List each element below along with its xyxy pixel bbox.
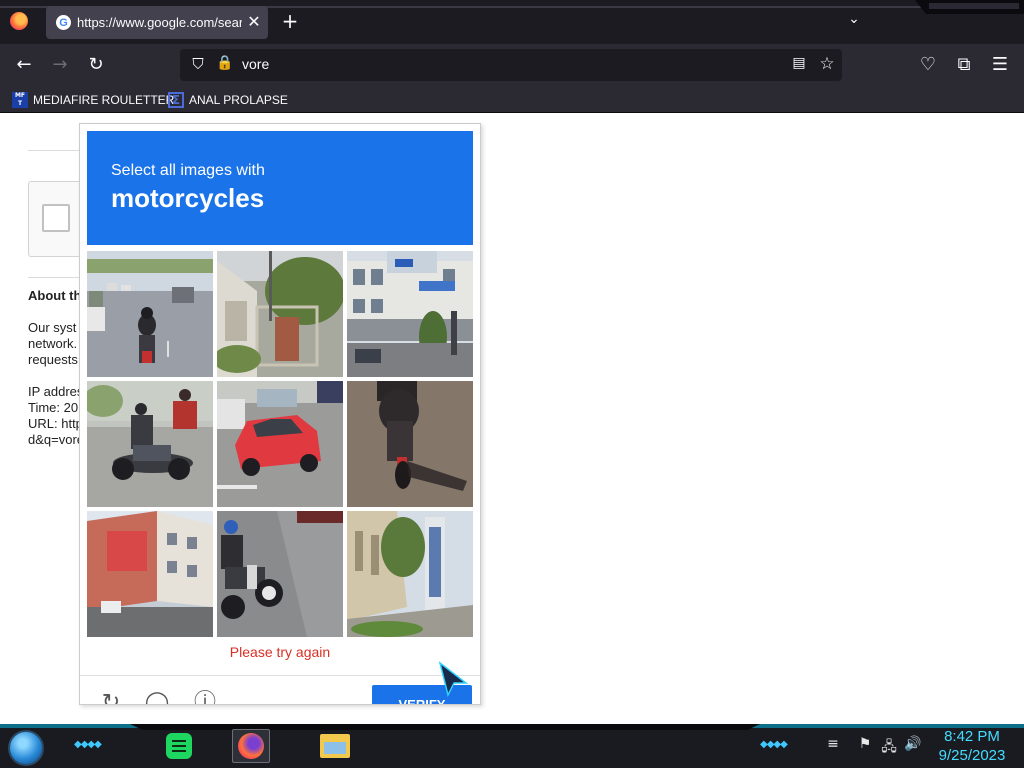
- reader-view-icon[interactable]: ▤: [789, 55, 809, 75]
- tile-shophouses[interactable]: [347, 251, 473, 377]
- navigation-bar: ← → ↻ ⛉ 🔒 vore ▤ ☆ ♡ ⧉ ☰: [0, 44, 1024, 86]
- new-tab-button[interactable]: +: [279, 10, 301, 32]
- bookmark-star-icon[interactable]: ☆: [816, 54, 838, 76]
- forward-button[interactable]: →: [48, 53, 72, 77]
- sigma-bookmark-icon: Σ: [168, 92, 184, 108]
- reload-button[interactable]: ↻: [84, 53, 108, 77]
- pocket-icon[interactable]: ♡: [916, 53, 940, 77]
- google-g-icon: G: [56, 15, 71, 30]
- firefox-view-icon[interactable]: [10, 12, 28, 30]
- footer-divider: [80, 675, 480, 676]
- url-bar[interactable]: ⛉ 🔒 vore ▤ ☆: [180, 49, 842, 81]
- error-message: Please try again: [229, 644, 331, 660]
- tab-bar: G https://www.google.com/search? ✕ + ⌄: [0, 0, 1024, 44]
- tray-menu-icon[interactable]: ≡: [824, 736, 842, 754]
- challenge-instruction: Select all images with: [111, 162, 265, 179]
- tile-red-car[interactable]: [217, 381, 343, 507]
- tab-title: https://www.google.com/search?: [77, 15, 242, 30]
- flag-icon[interactable]: ⚑: [856, 736, 874, 754]
- reload-challenge-icon[interactable]: ↻: [98, 690, 124, 704]
- mediafire-bookmark-icon: MF T: [12, 92, 28, 108]
- close-tab-icon[interactable]: ✕: [245, 12, 263, 32]
- mouse-cursor-icon: [438, 661, 468, 697]
- bookmark-second[interactable]: Σ ANAL PROLAPSE: [168, 90, 288, 110]
- tile-building-corner[interactable]: [87, 511, 213, 637]
- lock-icon[interactable]: 🔒: [216, 55, 234, 75]
- clock-date: 9/25/2023: [938, 747, 1006, 764]
- tile-motorcycle-topdown[interactable]: [347, 381, 473, 507]
- recaptcha-checkbox[interactable]: [42, 204, 70, 232]
- tile-road-motorcycle[interactable]: [87, 251, 213, 377]
- start-button[interactable]: [8, 730, 44, 766]
- url-text[interactable]: vore: [242, 56, 742, 74]
- clock-time: 8:42 PM: [944, 728, 1000, 745]
- back-button[interactable]: ←: [12, 53, 36, 77]
- recaptcha-challenge: Select all images with motorcycles Pleas…: [79, 123, 481, 705]
- audio-challenge-icon[interactable]: ◯: [144, 690, 170, 704]
- notes-app-icon[interactable]: [160, 729, 198, 763]
- bookmarks-toolbar: MF T MEDIAFIRE ROULETTER Σ ANAL PROLAPSE: [0, 86, 1024, 113]
- network-icon[interactable]: 🖧: [880, 736, 898, 755]
- tile-house-wall[interactable]: [217, 251, 343, 377]
- tab-google-search[interactable]: G https://www.google.com/search? ✕: [46, 6, 268, 39]
- taskbar-decor-icon: ◆◆◆◆: [760, 739, 788, 750]
- clock[interactable]: 8:42 PM 9/25/2023: [930, 727, 1014, 765]
- challenge-target: motorcycles: [111, 183, 265, 213]
- bookmark-mediafire[interactable]: MF T MEDIAFIRE ROULETTER: [12, 90, 174, 110]
- bookmark-label: MEDIAFIRE ROULETTER: [33, 93, 175, 107]
- file-explorer-icon[interactable]: [316, 729, 354, 763]
- window-decoration: [915, 0, 1024, 14]
- app-menu-icon[interactable]: ☰: [988, 53, 1012, 77]
- tile-sidewalk-sign[interactable]: [347, 511, 473, 637]
- list-tabs-chevron-icon[interactable]: ⌄: [843, 11, 865, 33]
- tile-motorcycle-street[interactable]: [217, 511, 343, 637]
- bookmark-label: ANAL PROLAPSE: [189, 93, 288, 107]
- taskbar-decor-icon: ◆◆◆◆: [74, 739, 102, 750]
- help-info-icon[interactable]: ⓘ: [192, 690, 218, 704]
- volume-icon[interactable]: 🔊: [904, 736, 922, 754]
- tracking-protection-shield-icon[interactable]: ⛉: [188, 55, 208, 75]
- taskbar-stripe-dark: [130, 724, 760, 730]
- challenge-header: Select all images with motorcycles: [87, 131, 473, 245]
- tile-riders-motorcycle[interactable]: [87, 381, 213, 507]
- firefox-icon[interactable]: [232, 729, 270, 763]
- image-grid: [87, 251, 473, 637]
- taskbar: ◆◆◆◆ ◆◆◆◆ ≡ ⚑ 🖧 🔊 8:42 PM 9/25/2023: [0, 724, 1024, 768]
- extensions-icon[interactable]: ⧉: [952, 53, 976, 77]
